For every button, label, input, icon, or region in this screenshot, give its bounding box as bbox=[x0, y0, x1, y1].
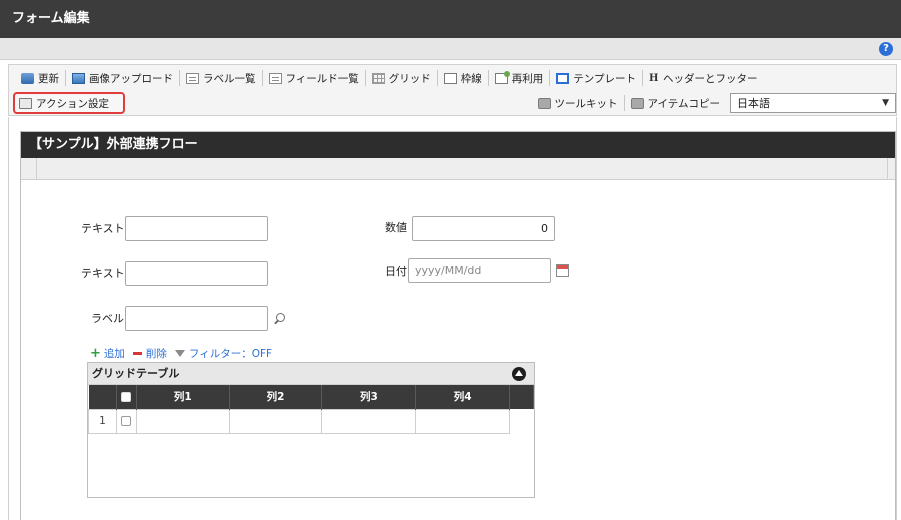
template-button[interactable]: テンプレート bbox=[550, 68, 642, 88]
reuse-label: 再利用 bbox=[511, 72, 544, 85]
number-input[interactable]: 0 bbox=[412, 216, 555, 241]
search-icon[interactable] bbox=[273, 313, 285, 325]
item-copy-label: アイテムコピー bbox=[647, 97, 720, 110]
grid-label: グリッド bbox=[388, 72, 431, 85]
scroll-spacer bbox=[510, 409, 534, 433]
header-footer-label: ヘッダーとフッター bbox=[662, 72, 758, 85]
select-all-checkbox[interactable] bbox=[121, 391, 132, 402]
filter-label: フィルター：OFF bbox=[188, 348, 273, 360]
calendar-icon[interactable] bbox=[556, 264, 569, 277]
add-label: 追加 bbox=[103, 348, 125, 360]
toolbar-right-group: ツールキット アイテムコピー 日本語 ▼ bbox=[532, 93, 896, 113]
item-copy-button[interactable]: アイテムコピー bbox=[625, 93, 726, 113]
table-row: 1 bbox=[88, 408, 534, 434]
field-list-button[interactable]: フィールド一覧 bbox=[263, 68, 365, 88]
label-list-label: ラベル一覧 bbox=[203, 72, 256, 85]
number-label: 数値 bbox=[385, 221, 407, 234]
action-settings-icon bbox=[19, 97, 32, 109]
table-cell[interactable] bbox=[321, 408, 417, 434]
label-list-button[interactable]: ラベル一覧 bbox=[180, 68, 262, 88]
update-label: 更新 bbox=[38, 72, 59, 85]
delete-label: 削除 bbox=[145, 348, 167, 360]
label-field-label: ラベル bbox=[91, 312, 124, 325]
toolbar-row-sub: アクション設定 ツールキット アイテムコピー 日本語 ▼ bbox=[9, 91, 896, 115]
image-upload-button[interactable]: 画像アップロード bbox=[66, 68, 179, 88]
update-icon bbox=[21, 72, 34, 84]
template-label: テンプレート bbox=[573, 72, 636, 85]
image-upload-label: 画像アップロード bbox=[89, 72, 173, 85]
image-upload-icon bbox=[72, 72, 85, 84]
date-label: 日付 bbox=[385, 265, 407, 278]
scroll-header bbox=[509, 385, 534, 409]
header-footer-icon: H bbox=[648, 72, 659, 84]
select-all-header[interactable] bbox=[116, 385, 137, 409]
help-icon[interactable]: ? bbox=[879, 42, 893, 56]
text2-label: テキスト bbox=[81, 267, 125, 280]
date-input[interactable]: yyyy/MM/dd bbox=[408, 258, 551, 283]
action-settings-button[interactable]: アクション設定 bbox=[13, 92, 125, 114]
grid-actions: + 追加 削除 フィルター：OFF bbox=[90, 346, 280, 361]
item-copy-icon bbox=[630, 97, 644, 109]
minus-icon bbox=[132, 352, 142, 355]
language-select[interactable]: 日本語 ▼ bbox=[730, 93, 896, 113]
table-cell[interactable] bbox=[415, 408, 511, 434]
form-title: 【サンプル】外部連携フロー bbox=[21, 132, 895, 158]
toolkit-button[interactable]: ツールキット bbox=[532, 93, 624, 113]
reuse-icon bbox=[494, 70, 510, 84]
language-selected: 日本語 bbox=[737, 97, 770, 110]
label-list-icon bbox=[186, 72, 199, 84]
filter-button[interactable]: フィルター：OFF bbox=[174, 346, 273, 361]
toolkit-icon bbox=[537, 97, 551, 109]
plus-icon: + bbox=[90, 346, 101, 361]
dropdown-arrow-icon: ▼ bbox=[882, 98, 889, 108]
field-list-label: フィールド一覧 bbox=[285, 72, 359, 85]
row-checkbox[interactable] bbox=[121, 416, 132, 426]
grid-title: グリッドテーブル bbox=[88, 363, 534, 385]
subheader-cell-right bbox=[887, 158, 895, 179]
add-button[interactable]: + 追加 bbox=[90, 346, 125, 361]
column-header[interactable]: 列1 bbox=[136, 385, 230, 409]
grid-header-row: 列1 列2 列3 列4 bbox=[88, 385, 534, 409]
delete-button[interactable]: 削除 bbox=[132, 346, 167, 361]
frame-label: 枠線 bbox=[460, 72, 482, 85]
form-subheader bbox=[21, 158, 895, 180]
table-cell[interactable] bbox=[228, 408, 323, 434]
collapse-icon[interactable] bbox=[512, 367, 526, 381]
header-footer-button[interactable]: H ヘッダーとフッター bbox=[643, 68, 764, 88]
row-checkbox-cell[interactable] bbox=[115, 408, 137, 434]
text1-input[interactable] bbox=[125, 216, 268, 241]
column-header[interactable]: 列2 bbox=[229, 385, 323, 409]
reuse-button[interactable]: 再利用 bbox=[489, 68, 550, 88]
sub-bar: ? bbox=[0, 38, 901, 60]
row-number: 1 bbox=[88, 408, 117, 434]
template-icon bbox=[556, 72, 570, 84]
grid-icon bbox=[371, 72, 385, 84]
label-input[interactable] bbox=[125, 306, 268, 331]
row-number-header bbox=[88, 385, 117, 409]
grid-button[interactable]: グリッド bbox=[366, 68, 437, 88]
toolbar-row-main: 更新 画像アップロード ラベル一覧 フィールド一覧 グリッド 枠線 再利用 テン… bbox=[9, 65, 763, 91]
filter-icon bbox=[174, 350, 185, 357]
column-header[interactable]: 列3 bbox=[321, 385, 417, 409]
text2-input[interactable] bbox=[125, 261, 268, 286]
table-cell[interactable] bbox=[135, 408, 230, 434]
column-header[interactable]: 列4 bbox=[415, 385, 511, 409]
frame-button[interactable]: 枠線 bbox=[438, 68, 488, 88]
action-settings-label: アクション設定 bbox=[36, 97, 109, 110]
toolkit-label: ツールキット bbox=[554, 97, 618, 110]
toolbar: 更新 画像アップロード ラベル一覧 フィールド一覧 グリッド 枠線 再利用 テン… bbox=[8, 64, 897, 116]
text1-label: テキスト bbox=[81, 222, 125, 235]
field-list-icon bbox=[268, 72, 282, 84]
window-title: フォーム編集 bbox=[0, 0, 901, 38]
subheader-cell-left bbox=[21, 158, 37, 179]
update-button[interactable]: 更新 bbox=[15, 68, 65, 88]
frame-icon bbox=[443, 72, 457, 84]
grid-table-box: グリッドテーブル 列1 列2 列3 列4 1 bbox=[87, 362, 535, 498]
grid-table: 列1 列2 列3 列4 1 bbox=[88, 385, 534, 434]
